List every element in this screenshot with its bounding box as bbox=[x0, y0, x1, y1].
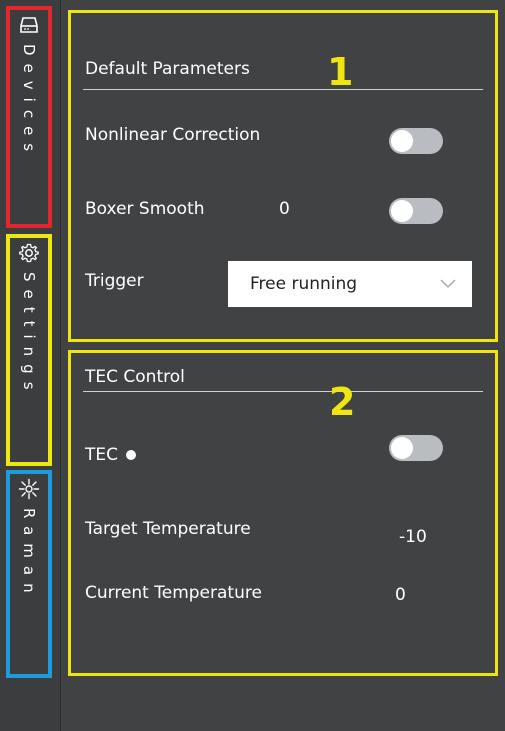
panel-title-tec-control: TEC Control bbox=[85, 367, 185, 387]
panel-number-marker: 1 bbox=[327, 50, 354, 94]
tec-label-text: TEC bbox=[85, 445, 118, 465]
chevron-down-icon bbox=[440, 279, 456, 289]
nonlinear-correction-label: Nonlinear Correction bbox=[85, 125, 261, 145]
gear-icon bbox=[19, 243, 39, 263]
current-temperature-value: 0 bbox=[395, 585, 406, 605]
trigger-label: Trigger bbox=[85, 271, 144, 291]
tec-status-dot-icon bbox=[126, 450, 136, 460]
toggle-knob bbox=[391, 437, 413, 459]
tec-toggle[interactable] bbox=[389, 435, 443, 461]
boxer-smooth-value: 0 bbox=[279, 199, 290, 219]
panel-divider bbox=[83, 89, 483, 90]
current-temperature-label: Current Temperature bbox=[85, 583, 262, 603]
default-parameters-panel: Default Parameters 1 Nonlinear Correctio… bbox=[68, 10, 498, 342]
tab-settings-label: Settings bbox=[20, 272, 38, 398]
side-tab-rail: Devices Settings Raman bbox=[0, 0, 61, 731]
toggle-knob bbox=[391, 200, 413, 222]
tab-raman[interactable]: Raman bbox=[6, 470, 52, 678]
tab-devices-label: Devices bbox=[20, 44, 38, 160]
nonlinear-correction-toggle[interactable] bbox=[389, 128, 443, 154]
panel-number-marker: 2 bbox=[329, 380, 356, 424]
tab-settings[interactable]: Settings bbox=[6, 234, 52, 466]
panel-divider bbox=[83, 391, 483, 392]
target-temperature-value: -10 bbox=[399, 527, 427, 547]
boxer-smooth-label: Boxer Smooth bbox=[85, 199, 205, 219]
tab-raman-label: Raman bbox=[20, 508, 38, 601]
tab-devices[interactable]: Devices bbox=[6, 6, 52, 228]
hard-drive-icon bbox=[20, 17, 38, 33]
panel-title-default-parameters: Default Parameters bbox=[85, 59, 250, 79]
target-temperature-label: Target Temperature bbox=[85, 519, 251, 539]
tec-label: TEC bbox=[85, 445, 136, 465]
trigger-selected-value: Free running bbox=[250, 274, 358, 294]
boxer-smooth-toggle[interactable] bbox=[389, 198, 443, 224]
trigger-dropdown[interactable]: Free running bbox=[228, 261, 472, 307]
toggle-knob bbox=[391, 130, 413, 152]
tec-control-panel: TEC Control 2 TEC Target Temperature -10… bbox=[68, 350, 498, 676]
laser-burst-icon bbox=[18, 478, 40, 500]
